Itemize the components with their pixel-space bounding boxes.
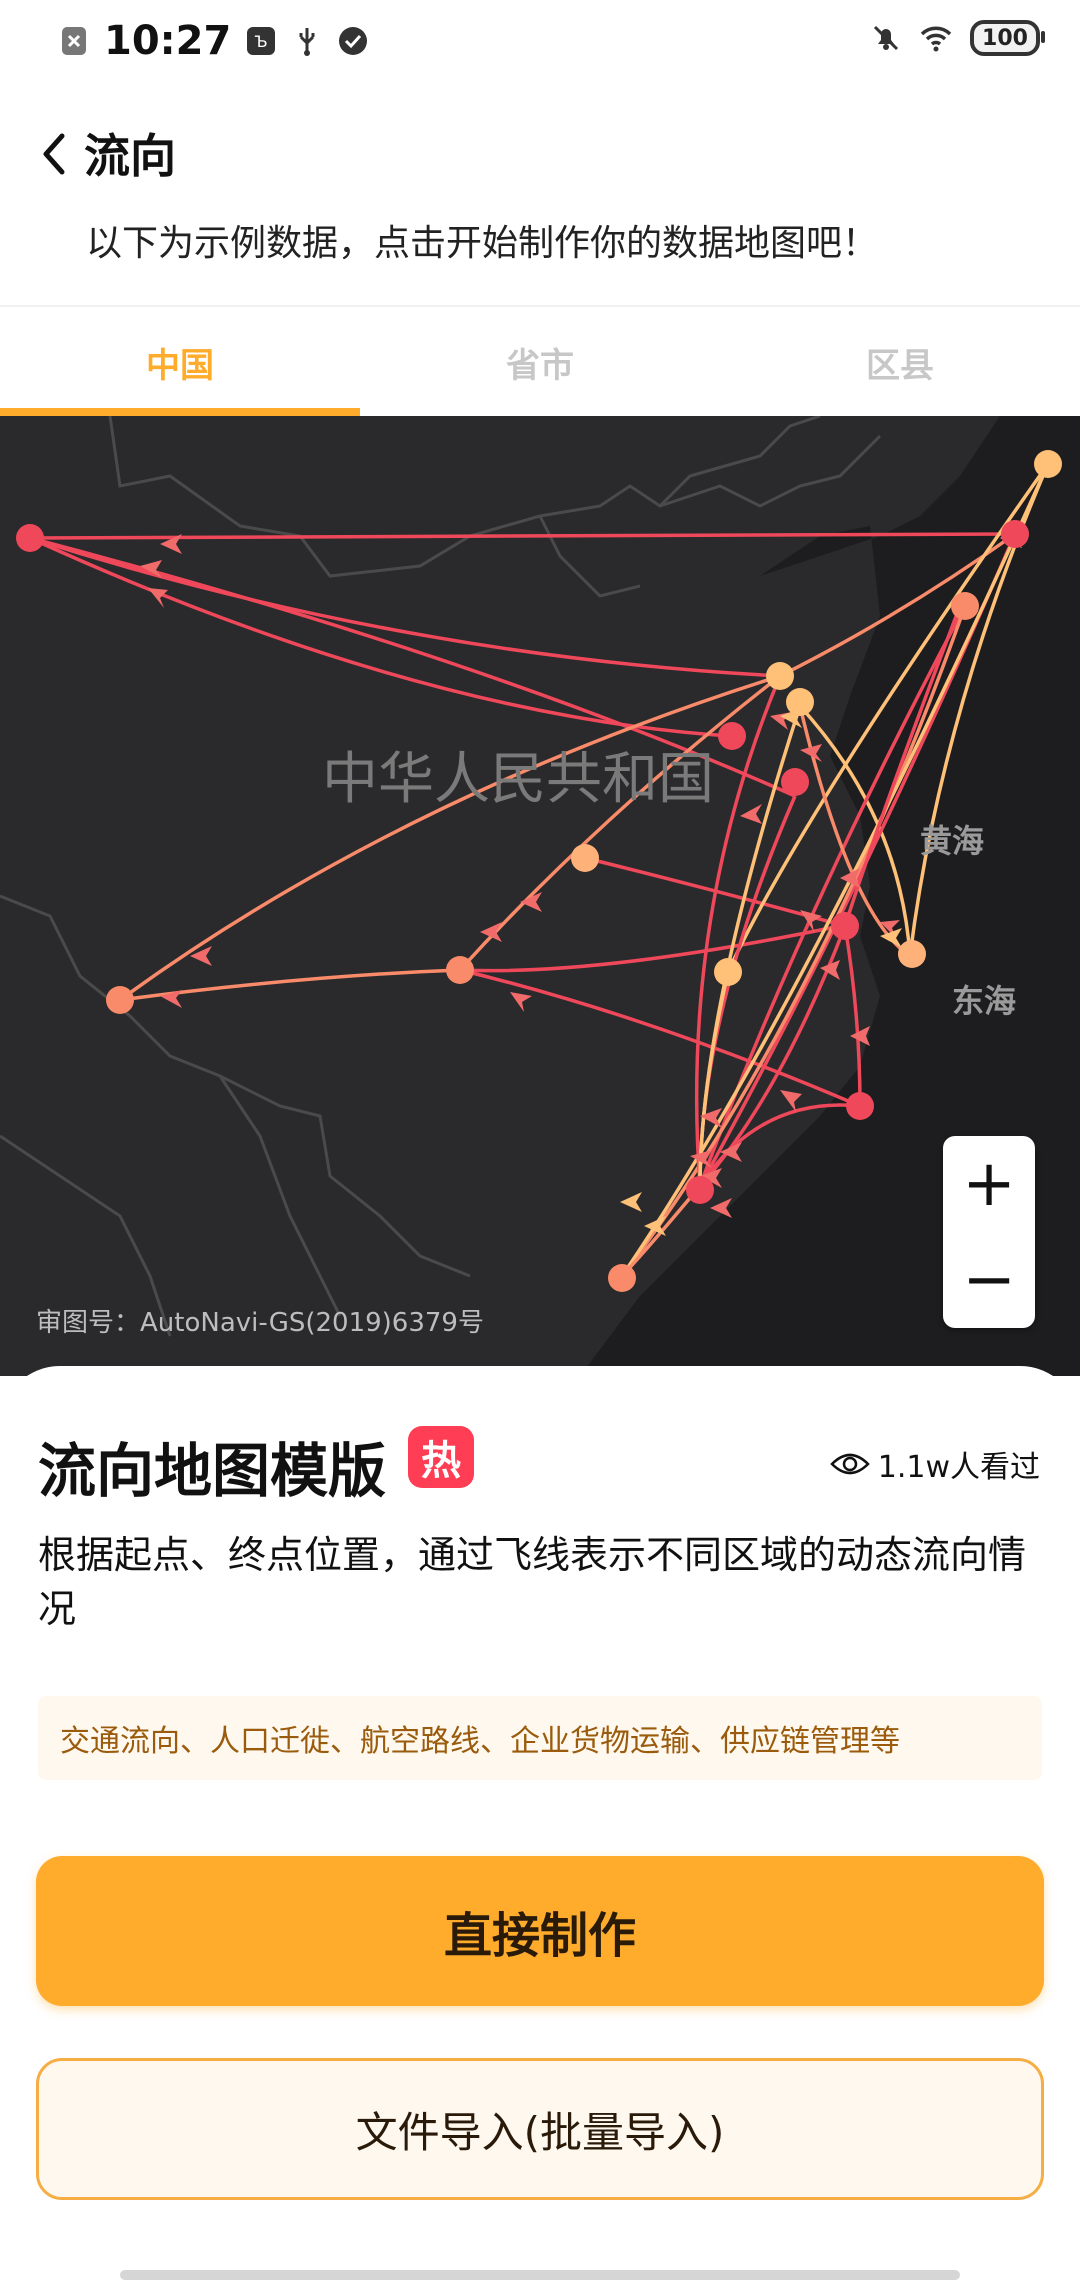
flow-map[interactable]: 中华人民共和国 黄海 东海 bbox=[0, 416, 1080, 1376]
clock: 10:27 bbox=[104, 18, 232, 64]
check-circle-icon bbox=[339, 27, 368, 55]
tab-label: 省市 bbox=[506, 345, 574, 386]
svg-text:Ъ: Ъ bbox=[255, 32, 268, 51]
tab-province-city[interactable]: 省市 bbox=[360, 308, 720, 416]
zoom-in-button[interactable]: + bbox=[943, 1136, 1035, 1232]
sea-label-east: 东海 bbox=[952, 982, 1017, 1020]
tab-label: 区县 bbox=[866, 345, 934, 386]
wifi-icon bbox=[920, 26, 952, 52]
template-description: 根据起点、终点位置，通过飞线表示不同区域的动态流向情况 bbox=[38, 1533, 1027, 1631]
notification-x-icon bbox=[62, 27, 86, 55]
file-import-button[interactable]: 文件导入(批量导入) bbox=[36, 2058, 1044, 2200]
battery-indicator: 100 bbox=[970, 20, 1045, 56]
tab-china[interactable]: 中国 bbox=[0, 308, 360, 416]
mute-icon bbox=[873, 25, 899, 51]
top-header: 流向 bbox=[0, 110, 1080, 200]
tab-district-county[interactable]: 区县 bbox=[720, 308, 1080, 416]
map-credit: 审图号：AutoNavi-GS(2019)6379号 bbox=[36, 1308, 484, 1338]
usb-icon bbox=[299, 28, 315, 56]
divider bbox=[0, 305, 1080, 307]
status-bar: 10:27 Ъ 100 bbox=[0, 0, 1080, 84]
hot-badge: 热 bbox=[408, 1426, 474, 1488]
zoom-control: + − bbox=[943, 1136, 1035, 1328]
template-title: 流向地图模版 bbox=[38, 1437, 387, 1505]
back-arrow-icon[interactable] bbox=[30, 128, 82, 180]
view-count: 1.1w人看过 bbox=[829, 1442, 1040, 1486]
region-tabs: 中国 省市 区县 bbox=[0, 308, 1080, 416]
app-notification-icon: Ъ bbox=[247, 27, 276, 55]
sea-label-yellow: 黄海 bbox=[920, 822, 985, 860]
view-count-text: 1.1w人看过 bbox=[877, 1450, 1040, 1485]
page-title: 流向 bbox=[84, 129, 176, 183]
zoom-out-button[interactable]: − bbox=[943, 1232, 1035, 1328]
tab-active-indicator bbox=[0, 408, 360, 416]
country-label: 中华人民共和国 bbox=[322, 747, 714, 812]
page-subtitle: 以下为示例数据，点击开始制作你的数据地图吧！ bbox=[86, 223, 879, 264]
eye-icon bbox=[829, 1453, 870, 1475]
flow-map-canvas bbox=[0, 416, 1080, 1376]
home-indicator[interactable] bbox=[120, 2270, 960, 2280]
create-directly-button[interactable]: 直接制作 bbox=[36, 1856, 1044, 2006]
tab-label: 中国 bbox=[146, 345, 214, 386]
use-cases: 交通流向、人口迁徙、航空路线、企业货物运输、供应链管理等 bbox=[38, 1696, 1042, 1780]
template-sheet: 流向地图模版 热 1.1w人看过 根据起点、终点位置，通过飞线表示不同区域的动态… bbox=[0, 1366, 1080, 2280]
